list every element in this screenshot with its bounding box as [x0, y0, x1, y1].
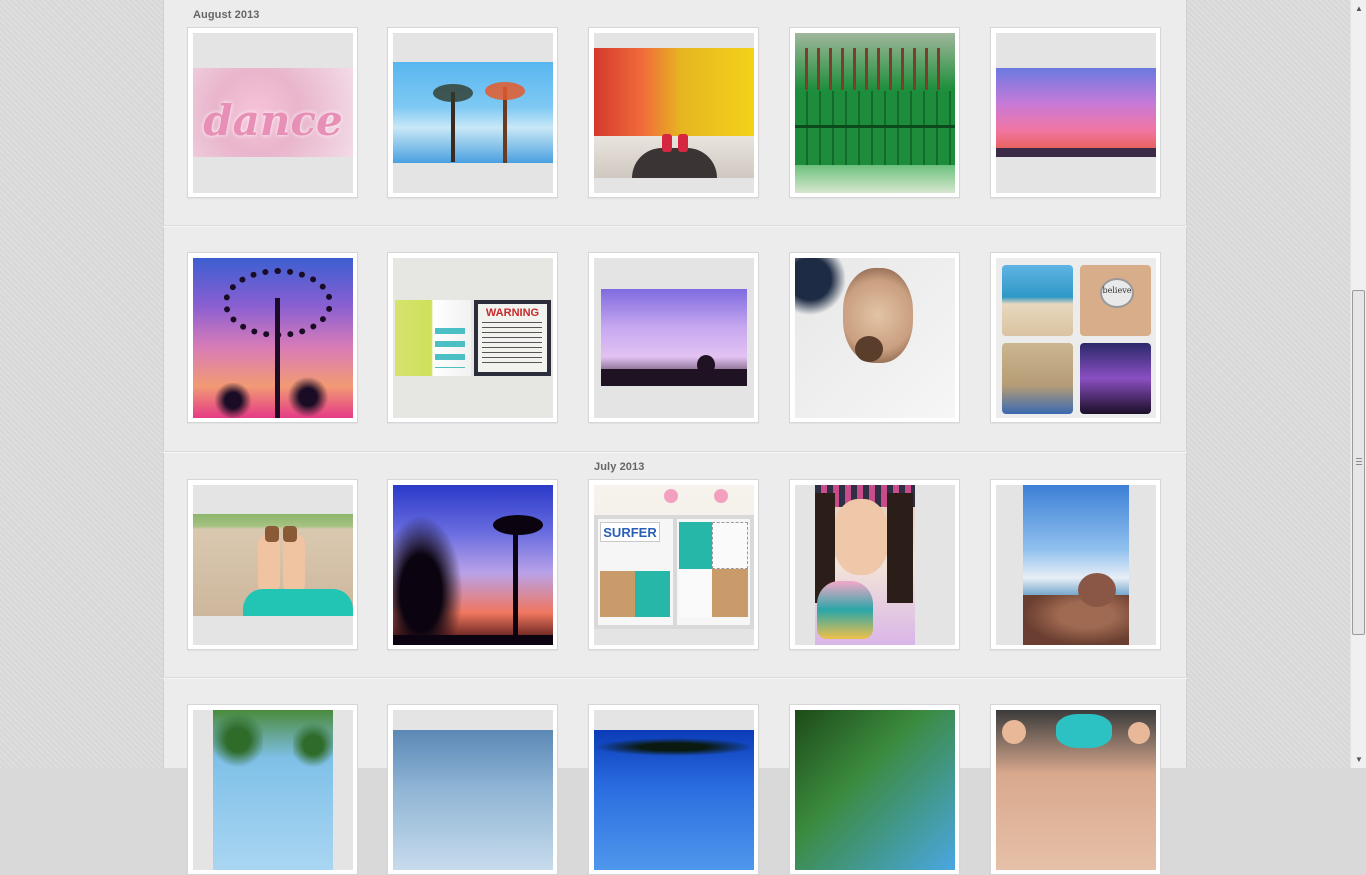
photo-flowers-sneakers	[594, 48, 754, 178]
photo-caption: dance	[203, 96, 343, 145]
section-label-july-2013: July 2013	[594, 461, 645, 473]
photo-palm-silhouette	[393, 485, 553, 645]
photo-legs-beach	[193, 514, 353, 616]
section-label-august-2013: August 2013	[193, 9, 260, 21]
warning-sign-title: WARNING	[485, 307, 540, 319]
photo-thumbnail[interactable]	[588, 27, 759, 198]
page-background-left	[0, 0, 163, 768]
photo-thumbnail[interactable]: dance	[187, 27, 358, 198]
row-divider	[163, 451, 1187, 452]
photo-girl-selfie	[815, 485, 915, 645]
photo-tree-silhouette	[193, 258, 353, 418]
scrollbar-thumb[interactable]	[1352, 290, 1365, 635]
photo-thumbnail[interactable]	[387, 704, 558, 875]
photo-thumbnail[interactable]	[789, 479, 960, 650]
photo-cloudy-sky	[393, 730, 553, 870]
vertical-scrollbar[interactable]: ▲ ▼	[1350, 0, 1366, 768]
row-divider	[163, 677, 1187, 678]
photo-thumbnail[interactable]	[387, 27, 558, 198]
down-arrow-icon[interactable]: ▼	[1351, 751, 1366, 768]
photo-purple-dusk	[601, 289, 747, 386]
photo-girl-bow	[996, 710, 1156, 870]
photo-thumbnail[interactable]	[387, 479, 558, 650]
photo-thumbnail[interactable]	[588, 704, 759, 875]
photo-blue-sky-trees	[594, 730, 754, 870]
photo-thumbnail[interactable]	[588, 252, 759, 423]
photo-green-cans	[795, 33, 955, 193]
photo-thumbnail[interactable]	[789, 704, 960, 875]
photo-thumbnail[interactable]: SURFER	[588, 479, 759, 650]
photo-thumbnail[interactable]	[990, 479, 1161, 650]
photo-thumbnail[interactable]	[187, 704, 358, 875]
row-divider	[163, 225, 1187, 226]
photo-surfer-board: SURFER	[594, 485, 754, 629]
page-background-right	[1187, 0, 1350, 768]
photo-bows-warning: WARNING	[393, 258, 553, 418]
photo-thumbnail[interactable]	[187, 252, 358, 423]
believe-pendant-text: believe	[1102, 286, 1132, 295]
photo-pink-sunset	[996, 68, 1156, 157]
photo-greenery-sky	[795, 710, 955, 870]
photo-siamese-cat	[795, 258, 955, 418]
photo-thumbnail[interactable]	[789, 27, 960, 198]
photo-dance-glitter: dance	[193, 68, 353, 157]
grip-icon	[1356, 458, 1362, 466]
photo-thumbnail[interactable]: WARNING	[387, 252, 558, 423]
photo-leaves-sky	[213, 710, 333, 870]
photo-palm-trees	[393, 62, 553, 163]
photo-thumbnail[interactable]	[990, 704, 1161, 875]
up-arrow-icon[interactable]: ▲	[1351, 0, 1366, 17]
photo-thumbnail[interactable]: believe	[990, 252, 1161, 423]
photo-thumbnail[interactable]	[789, 252, 960, 423]
photo-beach-rocks	[1023, 485, 1129, 645]
photo-thumbnail[interactable]	[187, 479, 358, 650]
photo-collage: believe	[996, 258, 1156, 418]
surfer-plate-text: SURFER	[603, 525, 657, 540]
photo-thumbnail[interactable]	[990, 27, 1161, 198]
